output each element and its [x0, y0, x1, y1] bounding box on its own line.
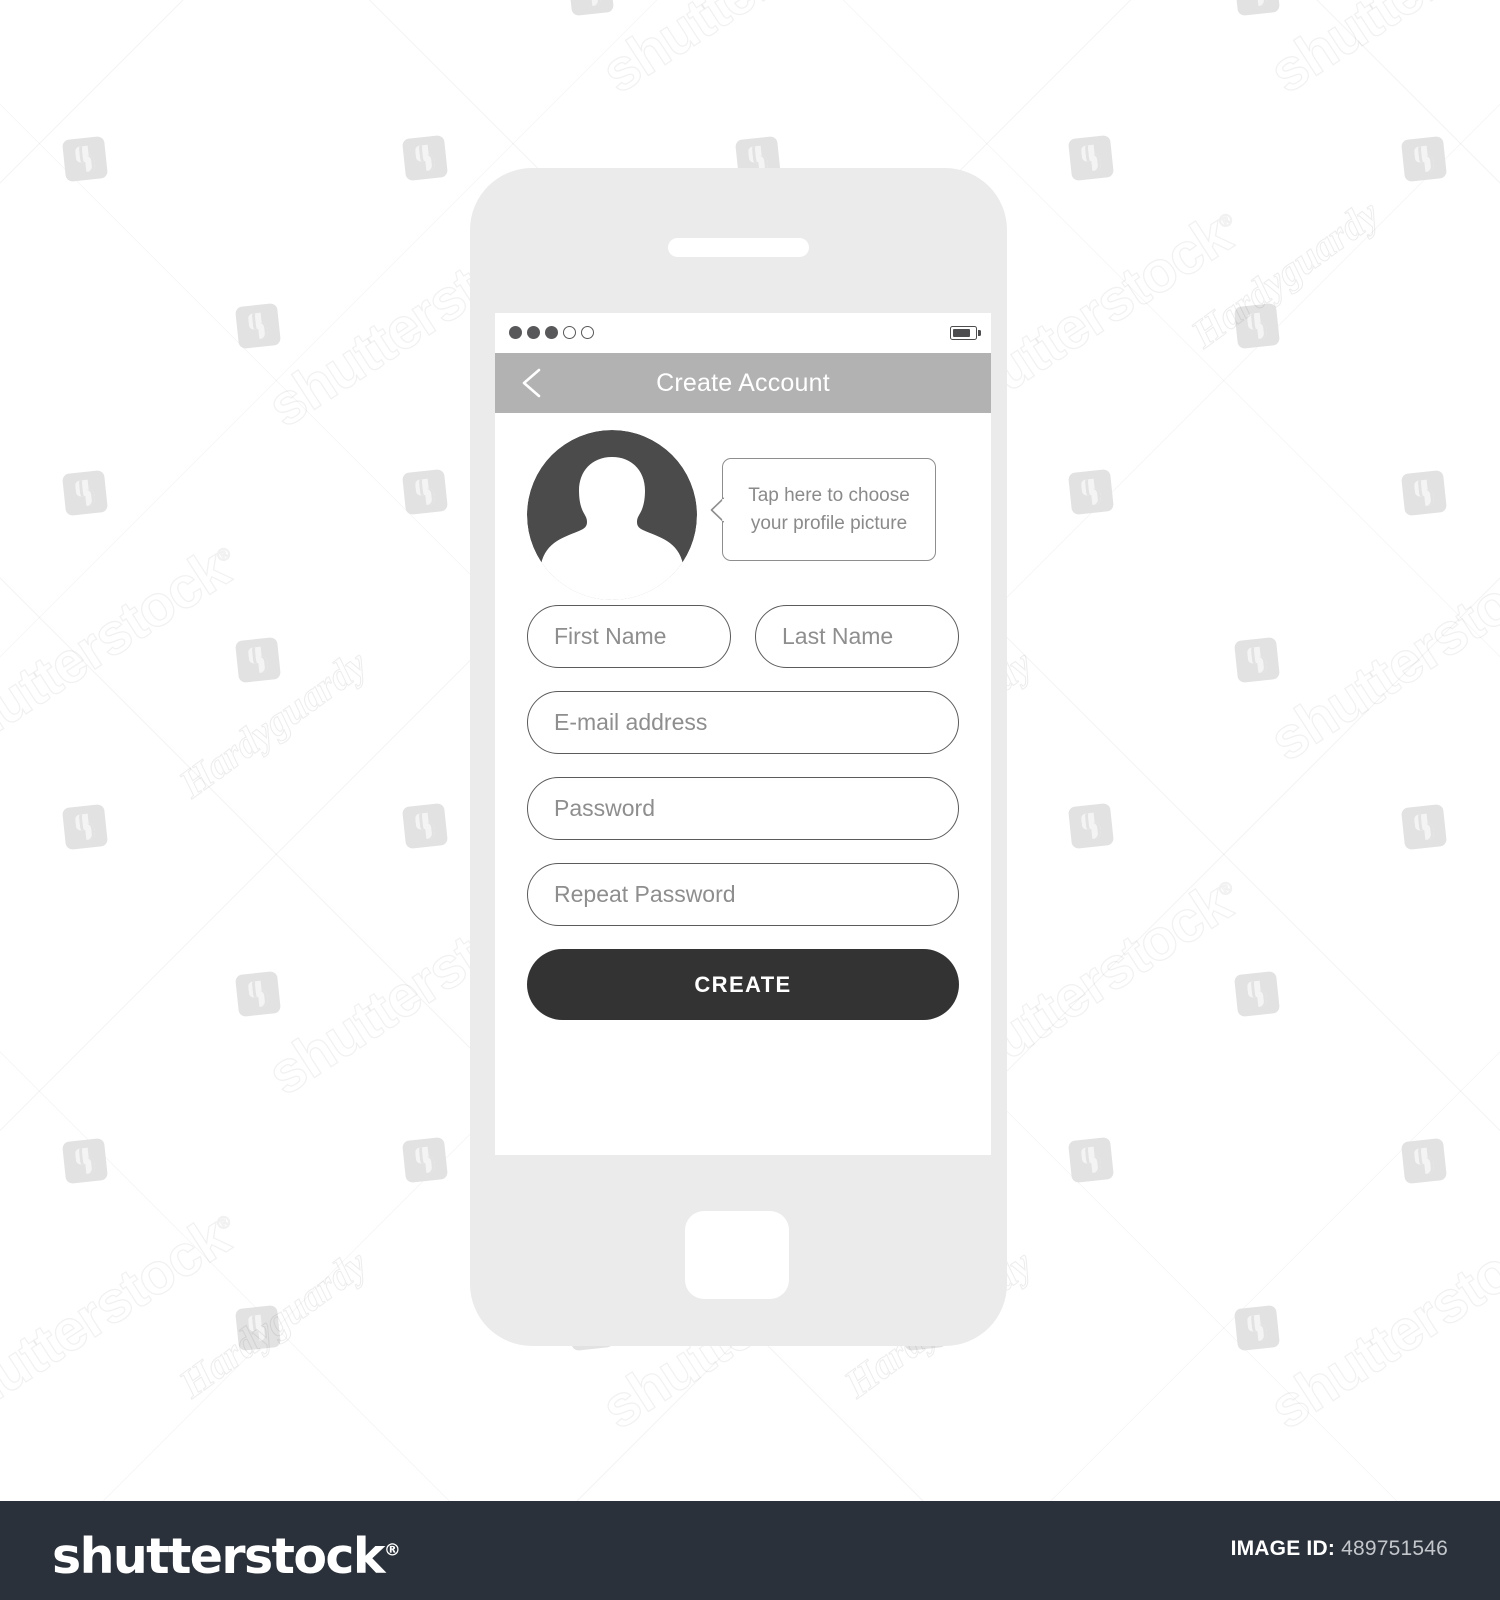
- shutterstock-badge-icon: [61, 803, 109, 851]
- shutterstock-footer-bar: shutterstock® IMAGE ID: 489751546: [0, 1501, 1500, 1600]
- last-name-placeholder: Last Name: [782, 623, 894, 649]
- shutterstock-badge-icon: [234, 1304, 282, 1352]
- battery-fill: [952, 328, 970, 338]
- shutterstock-badge-icon: [234, 302, 282, 350]
- signal-dot-4: [563, 326, 576, 339]
- home-button[interactable]: [685, 1211, 789, 1299]
- shutterstock-badge-icon: [401, 1136, 449, 1184]
- chevron-left-icon[interactable]: [518, 367, 548, 399]
- signal-dot-2: [527, 326, 540, 339]
- first-name-placeholder: First Name: [554, 623, 667, 649]
- shutterstock-badge-icon: [1400, 469, 1448, 517]
- shutterstock-logo: shutterstock®: [52, 1528, 401, 1585]
- profile-picture-section: Tap here to choose your profile picture: [527, 413, 959, 603]
- repeat-password-input[interactable]: Repeat Password: [527, 863, 959, 926]
- registered-mark: ®: [383, 1540, 401, 1561]
- tooltip-text: Tap here to choose your profile picture: [738, 482, 920, 537]
- tooltip-line-1: Tap here to choose: [748, 484, 910, 506]
- battery-icon: [950, 326, 981, 340]
- shutterstock-badge-icon: [61, 1137, 109, 1185]
- phone-screen: Create Account Tap here to choose your p…: [495, 313, 991, 1155]
- shutterstock-badge-icon: [1233, 302, 1281, 350]
- watermark-artist-text: Hardyguardy: [1182, 190, 1388, 357]
- first-name-input[interactable]: First Name: [527, 605, 731, 668]
- shutterstock-badge-icon: [1067, 802, 1115, 850]
- shutterstock-badge-icon: [61, 469, 109, 517]
- name-row: First Name Last Name: [527, 605, 959, 668]
- tooltip-tail: [710, 497, 725, 523]
- image-id-value: 489751546: [1341, 1537, 1448, 1560]
- signal-dot-5: [581, 326, 594, 339]
- shutterstock-badge-icon: [234, 636, 282, 684]
- shutterstock-badge-icon: [1233, 1304, 1281, 1352]
- shutterstock-badge-icon: [1233, 970, 1281, 1018]
- password-placeholder: Password: [554, 795, 655, 821]
- shutterstock-badge-icon: [1400, 1137, 1448, 1185]
- password-input[interactable]: Password: [527, 777, 959, 840]
- create-button-label: CREATE: [694, 971, 792, 997]
- shutterstock-badge-icon: [1067, 468, 1115, 516]
- status-bar: [495, 313, 991, 353]
- shutterstock-badge-icon: [61, 135, 109, 183]
- shutterstock-badge-icon: [1400, 803, 1448, 851]
- shutterstock-badge-icon: [1400, 135, 1448, 183]
- navigation-bar: Create Account: [495, 353, 991, 413]
- phone-device-frame: Create Account Tap here to choose your p…: [470, 168, 1007, 1346]
- page-title: Create Account: [656, 368, 830, 397]
- email-placeholder: E-mail address: [554, 709, 708, 735]
- shutterstock-badge-icon: [1233, 636, 1281, 684]
- watermark-brand-text: shutterstock®: [0, 535, 240, 774]
- last-name-input[interactable]: Last Name: [755, 605, 959, 668]
- user-avatar-icon[interactable]: [527, 430, 697, 600]
- watermark-artist-text: Hardyguardy: [170, 640, 376, 807]
- screenshot-canvas: shutterstock® shutterstock® shutterstock…: [0, 0, 1500, 1600]
- shutterstock-badge-icon: [401, 468, 449, 516]
- signal-dot-3: [545, 326, 558, 339]
- image-id-label: IMAGE ID:: [1230, 1537, 1336, 1560]
- watermark-brand-text: shutterstock®: [0, 1203, 240, 1442]
- email-input[interactable]: E-mail address: [527, 691, 959, 754]
- shutterstock-logo-text: shutterstock: [52, 1528, 385, 1585]
- signal-strength-dots: [509, 326, 594, 339]
- shutterstock-badge-icon: [234, 970, 282, 1018]
- watermark-brand-text: shutterstock®: [590, 0, 919, 107]
- watermark-brand-text: shutterstock®: [1258, 535, 1500, 774]
- repeat-password-placeholder: Repeat Password: [554, 881, 736, 907]
- earpiece-speaker: [668, 238, 809, 257]
- shutterstock-badge-icon: [567, 0, 615, 17]
- shutterstock-badge-icon: [1067, 1136, 1115, 1184]
- screen-content: Tap here to choose your profile picture …: [495, 413, 991, 1020]
- tooltip-line-2: your profile picture: [750, 512, 908, 534]
- shutterstock-badge-icon: [401, 802, 449, 850]
- watermark-brand-text: shutterstock®: [1258, 1203, 1500, 1442]
- image-id: IMAGE ID: 489751546: [1231, 1537, 1448, 1561]
- create-account-form: First Name Last Name E-mail address Pass…: [527, 605, 959, 1020]
- watermark-artist-text: Hardyguardy: [170, 1240, 376, 1407]
- profile-picture-tooltip: Tap here to choose your profile picture: [710, 458, 936, 561]
- shutterstock-badge-icon: [401, 134, 449, 182]
- shutterstock-badge-icon: [1067, 134, 1115, 182]
- create-button[interactable]: CREATE: [527, 949, 959, 1020]
- watermark-brand-text: shutterstock®: [1258, 0, 1500, 107]
- shutterstock-badge-icon: [1233, 0, 1281, 17]
- signal-dot-1: [509, 326, 522, 339]
